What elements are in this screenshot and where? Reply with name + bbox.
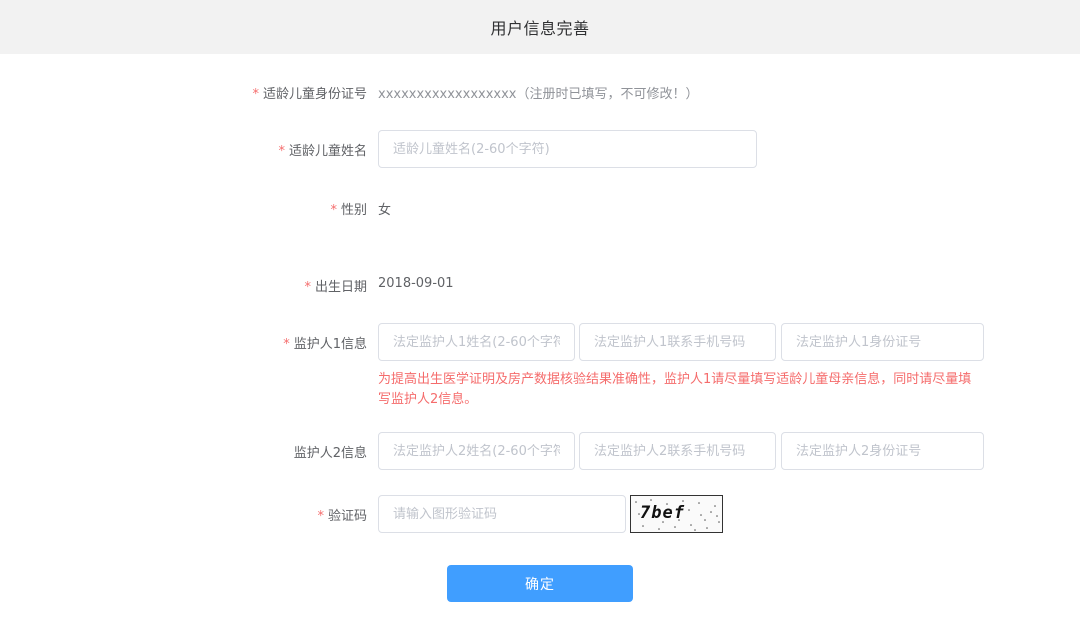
guardian1-phone-input[interactable]	[579, 323, 776, 361]
child-name-input[interactable]	[378, 130, 757, 168]
id-number-text: xxxxxxxxxxxxxxxxxx	[378, 87, 517, 102]
required-mark: *	[330, 203, 337, 218]
row-gender: * 性别 女	[0, 198, 1080, 218]
row-captcha: *验证码 7bef	[0, 495, 1080, 533]
birth-date-value: 2018-09-01	[378, 276, 454, 291]
captcha-input[interactable]	[378, 495, 626, 533]
captcha-text: 7bef	[640, 503, 685, 523]
required-mark: *	[317, 509, 324, 524]
required-mark: *	[252, 87, 259, 102]
id-number-value: xxxxxxxxxxxxxxxxxx（注册时已填写，不可修改！）	[378, 83, 699, 102]
page-header: 用户信息完善	[0, 0, 1080, 54]
guardian1-name-input[interactable]	[378, 323, 575, 361]
confirm-button[interactable]: 确定	[447, 565, 633, 602]
required-mark: *	[304, 280, 311, 295]
guardian2-phone-input[interactable]	[579, 432, 776, 470]
row-birth-date: * 出生日期 2018-09-01	[0, 275, 1080, 295]
guardian1-warning: 为提高出生医学证明及房产数据核验结果准确性，监护人1请尽量填写适龄儿童母亲信息，…	[378, 372, 972, 407]
guardian2-id-input[interactable]	[781, 432, 984, 470]
required-mark: *	[283, 337, 290, 352]
label-guardian1: * 监护人1信息	[283, 337, 367, 352]
guardian2-name-input[interactable]	[378, 432, 575, 470]
label-birth-date: * 出生日期	[304, 280, 367, 295]
label-gender: * 性别	[330, 203, 367, 218]
row-guardian2: 监护人2信息	[0, 432, 1080, 470]
guardian1-id-input[interactable]	[781, 323, 984, 361]
row-id-number: * 适龄儿童身份证号 xxxxxxxxxxxxxxxxxx（注册时已填写，不可修改…	[0, 82, 1080, 102]
label-child-name: * 适龄儿童姓名	[278, 144, 367, 159]
label-captcha: * 验证码	[317, 509, 367, 524]
row-child-name: * 适龄儿童姓名	[0, 130, 1080, 168]
required-mark: *	[278, 144, 285, 159]
gender-value: 女	[378, 203, 392, 218]
captcha-image[interactable]: 7bef	[630, 495, 723, 533]
row-guardian1: *监护人1信息 为提高出生医学证明及房产数据核验结果准确性，监护人1请尽量填写适…	[0, 323, 1080, 413]
id-number-note: （注册时已填写，不可修改！）	[516, 87, 699, 102]
page-title: 用户信息完善	[490, 19, 590, 38]
label-guardian2: 监护人2信息	[293, 446, 367, 461]
label-id-number: * 适龄儿童身份证号	[252, 87, 367, 102]
